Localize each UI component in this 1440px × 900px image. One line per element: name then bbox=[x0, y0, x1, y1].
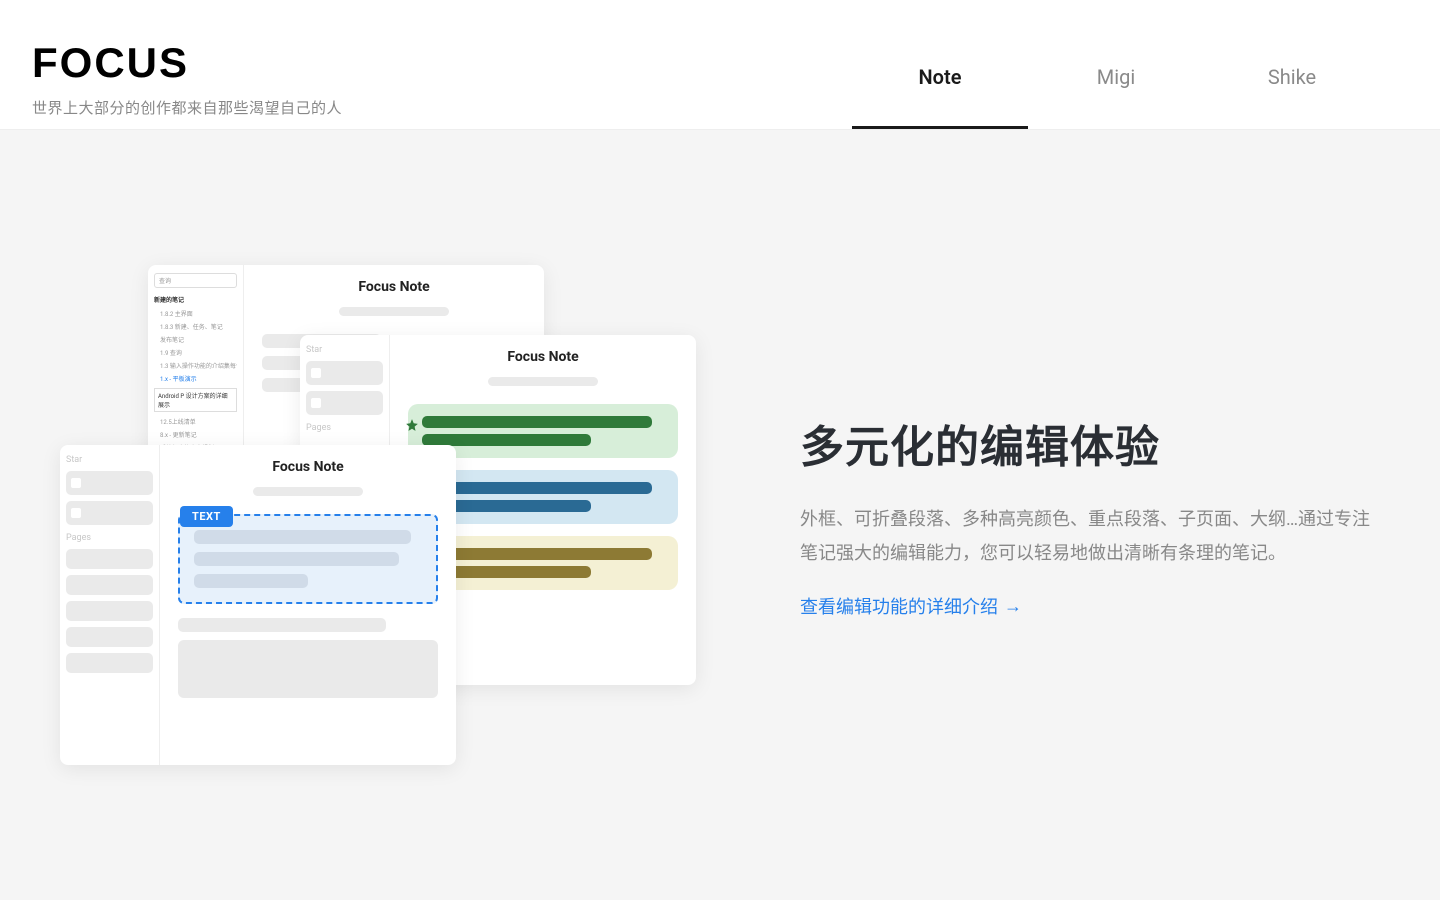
card-title: Focus Note bbox=[408, 349, 678, 365]
link-label: 查看编辑功能的详细介绍 bbox=[800, 593, 998, 619]
dot-icon bbox=[71, 478, 81, 488]
skeleton-line bbox=[194, 530, 411, 544]
highlight-bar bbox=[422, 548, 652, 560]
logo: FOCUS bbox=[32, 39, 342, 87]
sidebar-block bbox=[66, 627, 153, 647]
sidebar-header: 新建的笔记 bbox=[154, 292, 237, 307]
sidebar-item: 8.x - 更新笔记 bbox=[154, 428, 237, 441]
sidebar-block bbox=[66, 549, 153, 569]
text-badge: TEXT bbox=[180, 506, 233, 527]
nav-migi[interactable]: Migi bbox=[1028, 56, 1204, 129]
sidebar-block bbox=[66, 501, 153, 525]
card-title: Focus Note bbox=[262, 279, 526, 295]
sidebar-block bbox=[306, 391, 383, 415]
details-link[interactable]: 查看编辑功能的详细介绍 → bbox=[800, 593, 1022, 619]
hero-title: 多元化的编辑体验 bbox=[800, 411, 1380, 475]
skeleton-subtitle bbox=[488, 377, 598, 386]
dot-icon bbox=[311, 398, 321, 408]
sidebar-item: 1.8.2 主界面 bbox=[154, 307, 237, 320]
star-icon bbox=[405, 418, 419, 432]
sidebar-item: 12.5上线清单 bbox=[154, 415, 237, 428]
sidebar-box: Android P 设计方案的详细展示 bbox=[154, 388, 237, 412]
skeleton-block bbox=[178, 640, 438, 698]
star-label: Star bbox=[306, 345, 383, 355]
sidebar-block bbox=[66, 471, 153, 495]
hero-description: 外框、可折叠段落、多种高亮颜色、重点段落、子页面、大纲…通过专注笔记强大的编辑能… bbox=[800, 503, 1380, 571]
illustration: 查询 新建的笔记 1.8.2 主界面 1.8.3 新建、任务、笔记 发布笔记 1… bbox=[60, 265, 700, 765]
pages-label: Pages bbox=[66, 533, 153, 543]
search-input-mock: 查询 bbox=[154, 273, 237, 288]
sidebar-block bbox=[306, 361, 383, 385]
arrow-right-icon: → bbox=[1004, 596, 1022, 617]
dot-icon bbox=[311, 368, 321, 378]
sidebar-item: 1.8.3 新建、任务、笔记 bbox=[154, 320, 237, 333]
sidebar-block bbox=[66, 575, 153, 595]
card-front-sidebar: Star Pages bbox=[60, 445, 160, 765]
skeleton-subtitle bbox=[253, 487, 363, 496]
sidebar-item: 1.3 输入操作功能的介绍集每个… bbox=[154, 359, 237, 372]
sidebar-block bbox=[66, 601, 153, 621]
tagline: 世界上大部分的创作都来自那些渴望自己的人 bbox=[32, 97, 342, 118]
skeleton-line bbox=[194, 552, 399, 566]
dot-icon bbox=[71, 508, 81, 518]
highlight-bar bbox=[422, 482, 652, 494]
sidebar-block bbox=[66, 653, 153, 673]
pages-label: Pages bbox=[306, 423, 383, 433]
card-front: Star Pages Focus Note TEXT bbox=[60, 445, 456, 765]
highlight-bar bbox=[422, 416, 652, 428]
card-front-main: Focus Note TEXT bbox=[160, 445, 456, 712]
card-title: Focus Note bbox=[178, 459, 438, 475]
nav: Note Migi Shike bbox=[852, 28, 1380, 129]
logo-block: FOCUS 世界上大部分的创作都来自那些渴望自己的人 bbox=[32, 39, 342, 118]
skeleton-subtitle bbox=[339, 307, 449, 316]
header: FOCUS 世界上大部分的创作都来自那些渴望自己的人 Note Migi Shi… bbox=[0, 0, 1440, 130]
star-label: Star bbox=[66, 455, 153, 465]
text-selection-box: TEXT bbox=[178, 514, 438, 604]
skeleton-line bbox=[178, 618, 386, 632]
nav-shike[interactable]: Shike bbox=[1204, 56, 1380, 129]
skeleton-line bbox=[194, 574, 308, 588]
sidebar-item-active: 1.x - 平板演示 bbox=[154, 372, 237, 385]
hero-text: 多元化的编辑体验 外框、可折叠段落、多种高亮颜色、重点段落、子页面、大纲…通过专… bbox=[800, 411, 1380, 619]
nav-note[interactable]: Note bbox=[852, 56, 1028, 129]
sidebar-item: 1.9 查询 bbox=[154, 346, 237, 359]
sidebar-item: 发布笔记 bbox=[154, 333, 237, 346]
hero: 查询 新建的笔记 1.8.2 主界面 1.8.3 新建、任务、笔记 发布笔记 1… bbox=[0, 130, 1440, 900]
